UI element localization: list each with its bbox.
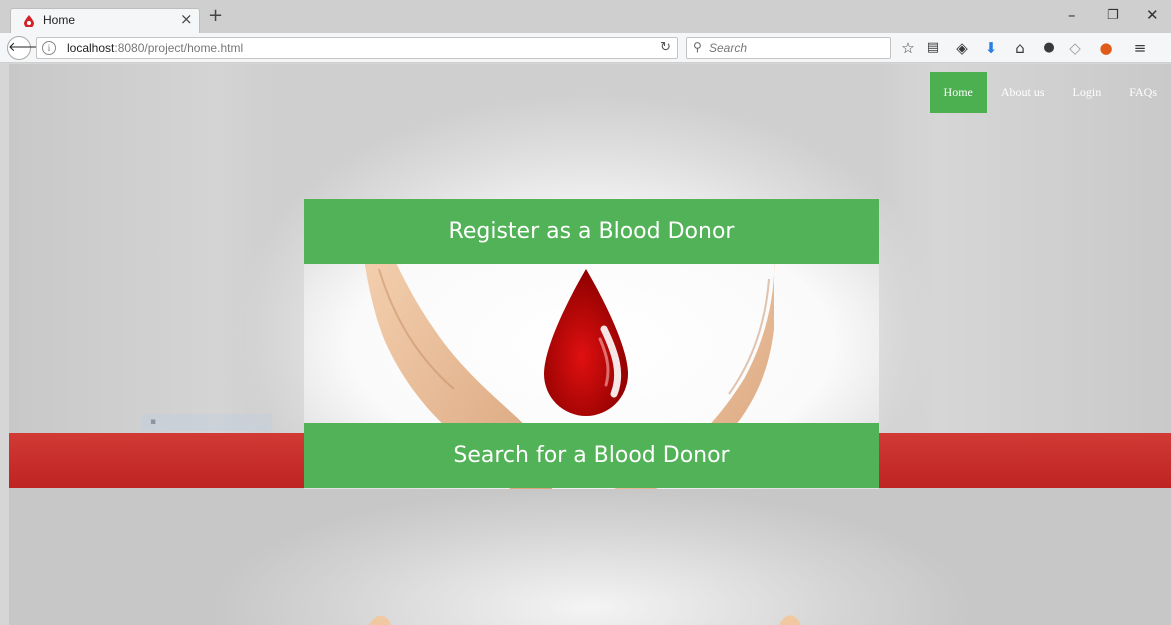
navigation-toolbar: 🡐 i localhost:8080/project/home.html ↻ ⚲… (0, 33, 1171, 63)
pocket-icon[interactable]: ◈ (953, 39, 971, 57)
home-icon[interactable]: ⌂ (1011, 39, 1029, 57)
url-host: localhost (67, 41, 115, 55)
tab-strip: Home × + – ❐ ✕ (0, 0, 1171, 33)
close-tab-icon[interactable]: × (180, 10, 193, 28)
nav-login-link[interactable]: Login (1059, 72, 1116, 113)
top-navigation: Home About us Login FAQs (929, 72, 1171, 113)
menu-icon[interactable]: ≡ (1131, 39, 1149, 57)
back-icon[interactable]: 🡐 (7, 36, 43, 60)
nav-faqs-link[interactable]: FAQs (1115, 72, 1171, 113)
search-bar[interactable]: ⚲ Search (686, 37, 891, 59)
search-donor-button[interactable]: Search for a Blood Donor (304, 423, 879, 488)
info-icon[interactable]: i (42, 41, 56, 55)
bookmark-star-icon[interactable]: ☆ (899, 39, 917, 57)
close-window-icon[interactable]: ✕ (1146, 6, 1159, 24)
minimize-icon[interactable]: – (1068, 6, 1076, 24)
reading-list-icon[interactable]: ▤ (924, 39, 942, 57)
register-donor-button[interactable]: Register as a Blood Donor (304, 199, 879, 264)
lower-hands-image (369, 615, 801, 625)
tab-home[interactable]: Home × (10, 8, 200, 33)
tab-title: Home (43, 13, 76, 27)
download-icon[interactable]: ⬇ (982, 39, 1000, 57)
extension-icon[interactable]: ● (1097, 39, 1115, 57)
search-placeholder: Search (709, 41, 748, 55)
restore-icon[interactable]: ❐ (1107, 8, 1119, 23)
lower-background (9, 488, 1171, 625)
search-icon: ⚲ (693, 40, 702, 54)
nav-about-link[interactable]: About us (987, 72, 1059, 113)
url-path: :8080/project/home.html (114, 41, 244, 55)
reload-icon[interactable]: ↻ (660, 40, 671, 55)
chat-icon[interactable]: ● (1040, 39, 1058, 57)
shield-icon[interactable]: ◇ (1066, 39, 1084, 57)
browser-window: Home × + – ❐ ✕ 🡐 i localhost:8080/projec… (0, 0, 1171, 625)
nav-home-link[interactable]: Home (929, 72, 987, 113)
blood-drop-favicon-icon (24, 15, 34, 27)
background-artifact: ▪ (142, 414, 272, 431)
new-tab-icon[interactable]: + (208, 5, 223, 26)
url-bar[interactable]: i localhost:8080/project/home.html ↻ (36, 37, 678, 59)
url-text: localhost:8080/project/home.html (67, 41, 243, 55)
web-page: ▪ Register as a Blood Donor Search for a… (9, 64, 1171, 625)
